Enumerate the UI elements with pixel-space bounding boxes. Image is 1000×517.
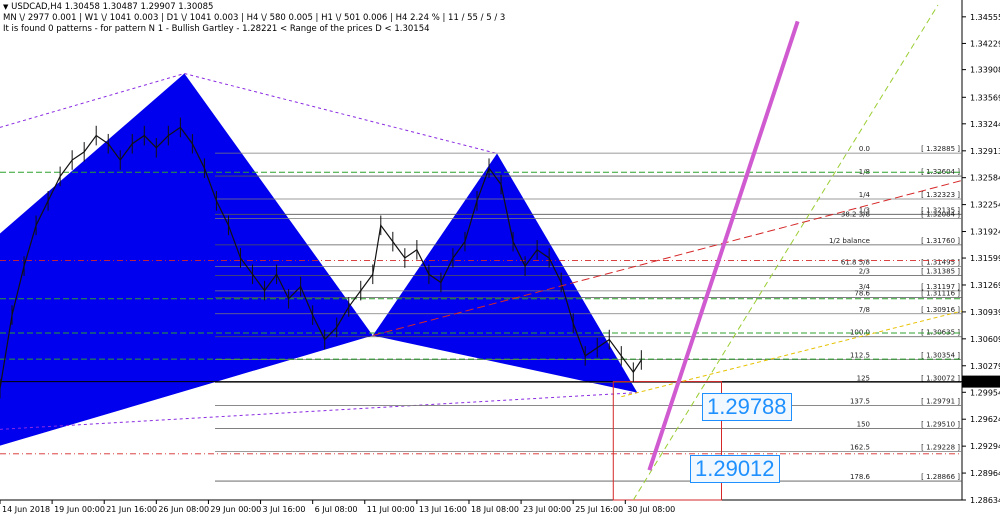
price-tick-label: 1.32254 (970, 201, 1000, 210)
symbol-text: USDCAD,H4 1.30458 1.30487 1.29907 1.3008… (11, 2, 214, 12)
fib-label: 1/4 (859, 191, 871, 199)
date-tick-label: 29 Jun 00:00 (210, 505, 261, 514)
price-tick-label: 1.31599 (970, 254, 1000, 263)
price-tick-label: 1.30939 (970, 308, 1000, 317)
price-tick-label: 1.33908 (970, 66, 1000, 75)
fib-value: [ 1.32885 ] (921, 145, 960, 153)
date-tick-label: 3 Jul 16:00 (263, 505, 306, 514)
fib-label: 178.6 (850, 473, 871, 481)
fib-value: [ 1.30354 ] (921, 352, 960, 360)
date-tick-label: 13 Jul 16:00 (419, 505, 467, 514)
price-tick-label: 1.32913 (970, 147, 1000, 156)
fib-label: 150 (857, 421, 870, 429)
fib-value: [ 1.31385 ] (921, 268, 960, 276)
price-tick-label: 1.31269 (970, 281, 1000, 290)
date-tick-label: 19 Jun 00:00 (54, 505, 105, 514)
price-chart[interactable]: 0.0[ 1.32885 ]1/8[ 1.32604 ]1/4[ 1.32323… (0, 0, 1000, 517)
price-tick-label: 1.33569 (970, 93, 1000, 102)
date-tick-label: 6 Jul 08:00 (315, 505, 358, 514)
date-ticks: 14 Jun 2018 19 Jun 00:00 21 Jun 16:00 26 Ju… (0, 500, 675, 514)
fib-value: [ 1.28866 ] (921, 473, 960, 481)
date-tick-label: 11 Jul 00:00 (367, 505, 415, 514)
price-tick-label: 1.31924 (970, 228, 1000, 237)
price-ticks: 1.34555 1.34229 1.33908 1.33569 1.33244 1.329… (962, 13, 1000, 505)
pattern-info: It is found 0 patterns - for pattern N 1… (3, 24, 430, 34)
fib-value: [ 1.31495 ] (921, 259, 960, 267)
collapse-triangle-icon[interactable]: ▼ (3, 3, 8, 11)
price-tick-label: 1.29624 (970, 415, 1000, 424)
fib-label: 78.6 (854, 289, 870, 297)
date-tick-label: 25 Jul 16:00 (575, 505, 623, 514)
fib-label: 137.5 (850, 398, 870, 406)
price-tick-label: 1.28964 (970, 469, 1000, 478)
current-price-label: 1.30085 (965, 378, 998, 387)
date-tick-label: 14 Jun 2018 (2, 505, 50, 514)
fib-label: 2/3 (859, 268, 870, 276)
fib-label: 38.2 3/8 (841, 210, 870, 218)
price-tick-label: 1.30279 (970, 362, 1000, 371)
fib-value: [ 1.29791 ] (921, 398, 960, 406)
date-tick-label: 23 Jul 00:00 (523, 505, 571, 514)
fib-label: 1/2 balance (829, 237, 870, 245)
price-tick-label: 1.32584 (970, 174, 1000, 183)
fib-label: 112.5 (850, 352, 870, 360)
target-label-2: 1.29012 (690, 455, 780, 483)
date-tick-label: 26 Jun 08:00 (158, 505, 209, 514)
fib-label: 162.5 (850, 444, 870, 452)
timeframe-stats: MN \/ 2977 0.001 | W1 \/ 1041 0.003 | D1… (3, 13, 506, 23)
target-label-1: 1.29788 (702, 393, 792, 421)
date-tick-label: 18 Jul 08:00 (471, 505, 519, 514)
symbol-line: ▼ USDCAD,H4 1.30458 1.30487 1.29907 1.30… (3, 2, 213, 12)
fib-value: [ 1.32323 ] (921, 191, 960, 199)
fib-label: 0.0 (859, 145, 870, 153)
price-tick-label: 1.34555 (970, 13, 1000, 22)
date-tick-label: 21 Jun 16:00 (106, 505, 157, 514)
price-tick-label: 1.33244 (970, 120, 1000, 129)
chart-area[interactable]: 0.0[ 1.32885 ] 1/8[ 1.32604 ] 1/4[ 1.32323… (0, 0, 1000, 517)
price-tick-label: 1.34229 (970, 39, 1000, 48)
fib-value: [ 1.31760 ] (921, 237, 960, 245)
fib-label: 7/8 (859, 306, 870, 314)
fib-label: 61.8 5/8 (841, 259, 870, 267)
price-tick-label: 1.30609 (970, 335, 1000, 344)
price-tick-label: 1.28634 (970, 496, 1000, 505)
date-tick-label: 30 Jul 08:00 (627, 505, 675, 514)
fib-value: [ 1.32084 ] (921, 210, 960, 218)
price-tick-label: 1.29954 (970, 388, 1000, 397)
price-tick-label: 1.29294 (970, 442, 1000, 451)
fib-value: [ 1.29510 ] (921, 421, 960, 429)
fib-value: [ 1.29228 ] (921, 444, 960, 452)
fib-value: [ 1.31116 ] (921, 289, 960, 297)
